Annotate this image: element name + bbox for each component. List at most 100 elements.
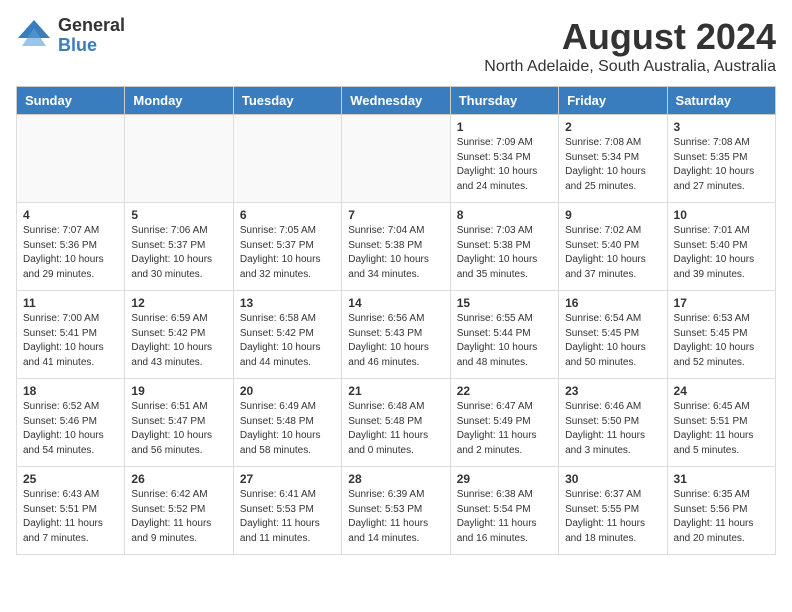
day-number: 28 <box>348 472 443 486</box>
logo-general-text: General <box>58 16 125 36</box>
calendar-cell <box>342 115 450 203</box>
month-title: August 2024 <box>484 16 776 58</box>
calendar-week-5: 25 Sunrise: 6:43 AM Sunset: 5:51 PM Dayli… <box>17 467 776 555</box>
calendar-cell: 25 Sunrise: 6:43 AM Sunset: 5:51 PM Dayli… <box>17 467 125 555</box>
calendar-cell: 14 Sunrise: 6:56 AM Sunset: 5:43 PM Dayli… <box>342 291 450 379</box>
day-info: Sunrise: 6:43 AM Sunset: 5:51 PM Dayligh… <box>23 488 118 546</box>
weekday-header-saturday: Saturday <box>667 87 775 115</box>
day-info: Sunrise: 7:08 AM Sunset: 5:34 PM Dayligh… <box>565 136 660 194</box>
day-info: Sunrise: 6:41 AM Sunset: 5:53 PM Dayligh… <box>240 488 335 546</box>
day-info: Sunrise: 6:51 AM Sunset: 5:47 PM Dayligh… <box>131 400 226 458</box>
day-info: Sunrise: 7:06 AM Sunset: 5:37 PM Dayligh… <box>131 224 226 282</box>
day-info: Sunrise: 6:38 AM Sunset: 5:54 PM Dayligh… <box>457 488 552 546</box>
day-number: 19 <box>131 384 226 398</box>
day-number: 10 <box>674 208 769 222</box>
weekday-header-friday: Friday <box>559 87 667 115</box>
day-info: Sunrise: 6:52 AM Sunset: 5:46 PM Dayligh… <box>23 400 118 458</box>
calendar-week-1: 1Sunrise: 7:09 AM Sunset: 5:34 PM Daylig… <box>17 115 776 203</box>
day-info: Sunrise: 6:58 AM Sunset: 5:42 PM Dayligh… <box>240 312 335 370</box>
day-number: 29 <box>457 472 552 486</box>
day-info: Sunrise: 6:54 AM Sunset: 5:45 PM Dayligh… <box>565 312 660 370</box>
day-info: Sunrise: 7:05 AM Sunset: 5:37 PM Dayligh… <box>240 224 335 282</box>
calendar-cell: 3Sunrise: 7:08 AM Sunset: 5:35 PM Daylig… <box>667 115 775 203</box>
day-number: 15 <box>457 296 552 310</box>
day-number: 27 <box>240 472 335 486</box>
day-number: 26 <box>131 472 226 486</box>
calendar-cell: 13 Sunrise: 6:58 AM Sunset: 5:42 PM Dayli… <box>233 291 341 379</box>
calendar-cell: 29 Sunrise: 6:38 AM Sunset: 5:54 PM Dayli… <box>450 467 558 555</box>
day-number: 23 <box>565 384 660 398</box>
day-info: Sunrise: 6:56 AM Sunset: 5:43 PM Dayligh… <box>348 312 443 370</box>
logo-text: General Blue <box>58 16 125 56</box>
calendar-cell: 9Sunrise: 7:02 AM Sunset: 5:40 PM Daylig… <box>559 203 667 291</box>
calendar-cell: 1Sunrise: 7:09 AM Sunset: 5:34 PM Daylig… <box>450 115 558 203</box>
calendar-cell <box>125 115 233 203</box>
day-number: 13 <box>240 296 335 310</box>
calendar-cell: 5Sunrise: 7:06 AM Sunset: 5:37 PM Daylig… <box>125 203 233 291</box>
day-number: 22 <box>457 384 552 398</box>
calendar-cell: 16 Sunrise: 6:54 AM Sunset: 5:45 PM Dayli… <box>559 291 667 379</box>
weekday-header-wednesday: Wednesday <box>342 87 450 115</box>
calendar-cell: 22 Sunrise: 6:47 AM Sunset: 5:49 PM Dayli… <box>450 379 558 467</box>
calendar-cell: 19 Sunrise: 6:51 AM Sunset: 5:47 PM Dayli… <box>125 379 233 467</box>
day-info: Sunrise: 6:35 AM Sunset: 5:56 PM Dayligh… <box>674 488 769 546</box>
day-info: Sunrise: 7:07 AM Sunset: 5:36 PM Dayligh… <box>23 224 118 282</box>
day-info: Sunrise: 6:47 AM Sunset: 5:49 PM Dayligh… <box>457 400 552 458</box>
day-number: 24 <box>674 384 769 398</box>
day-number: 3 <box>674 120 769 134</box>
calendar-cell: 21Sunrise: 6:48 AM Sunset: 5:48 PM Dayli… <box>342 379 450 467</box>
day-number: 16 <box>565 296 660 310</box>
weekday-header-monday: Monday <box>125 87 233 115</box>
day-info: Sunrise: 6:55 AM Sunset: 5:44 PM Dayligh… <box>457 312 552 370</box>
calendar-week-4: 18 Sunrise: 6:52 AM Sunset: 5:46 PM Dayli… <box>17 379 776 467</box>
day-number: 14 <box>348 296 443 310</box>
day-info: Sunrise: 6:46 AM Sunset: 5:50 PM Dayligh… <box>565 400 660 458</box>
day-number: 2 <box>565 120 660 134</box>
day-number: 20 <box>240 384 335 398</box>
calendar-cell: 28Sunrise: 6:39 AM Sunset: 5:53 PM Dayli… <box>342 467 450 555</box>
day-info: Sunrise: 6:37 AM Sunset: 5:55 PM Dayligh… <box>565 488 660 546</box>
day-number: 8 <box>457 208 552 222</box>
logo: General Blue <box>16 16 125 56</box>
weekday-header-thursday: Thursday <box>450 87 558 115</box>
logo-blue-text: Blue <box>58 36 125 56</box>
page-header: General Blue August 2024 North Adelaide,… <box>16 16 776 76</box>
calendar-cell: 15 Sunrise: 6:55 AM Sunset: 5:44 PM Dayli… <box>450 291 558 379</box>
calendar-cell: 18 Sunrise: 6:52 AM Sunset: 5:46 PM Dayli… <box>17 379 125 467</box>
calendar-cell: 24 Sunrise: 6:45 AM Sunset: 5:51 PM Dayli… <box>667 379 775 467</box>
day-number: 7 <box>348 208 443 222</box>
calendar-cell: 20 Sunrise: 6:49 AM Sunset: 5:48 PM Dayli… <box>233 379 341 467</box>
day-info: Sunrise: 6:45 AM Sunset: 5:51 PM Dayligh… <box>674 400 769 458</box>
day-info: Sunrise: 7:03 AM Sunset: 5:38 PM Dayligh… <box>457 224 552 282</box>
calendar-table: SundayMondayTuesdayWednesdayThursdayFrid… <box>16 86 776 555</box>
calendar-week-3: 11 Sunrise: 7:00 AM Sunset: 5:41 PM Dayli… <box>17 291 776 379</box>
day-info: Sunrise: 7:00 AM Sunset: 5:41 PM Dayligh… <box>23 312 118 370</box>
day-number: 30 <box>565 472 660 486</box>
calendar-cell <box>17 115 125 203</box>
day-number: 12 <box>131 296 226 310</box>
day-number: 17 <box>674 296 769 310</box>
day-number: 11 <box>23 296 118 310</box>
day-number: 31 <box>674 472 769 486</box>
day-number: 21 <box>348 384 443 398</box>
calendar-cell: 8 Sunrise: 7:03 AM Sunset: 5:38 PM Daylig… <box>450 203 558 291</box>
day-number: 18 <box>23 384 118 398</box>
logo-icon <box>16 18 52 54</box>
calendar-cell: 23 Sunrise: 6:46 AM Sunset: 5:50 PM Dayli… <box>559 379 667 467</box>
weekday-header-row: SundayMondayTuesdayWednesdayThursdayFrid… <box>17 87 776 115</box>
calendar-cell: 11 Sunrise: 7:00 AM Sunset: 5:41 PM Dayli… <box>17 291 125 379</box>
calendar-cell <box>233 115 341 203</box>
calendar-week-2: 4Sunrise: 7:07 AM Sunset: 5:36 PM Daylig… <box>17 203 776 291</box>
day-number: 6 <box>240 208 335 222</box>
day-number: 9 <box>565 208 660 222</box>
day-info: Sunrise: 6:53 AM Sunset: 5:45 PM Dayligh… <box>674 312 769 370</box>
day-number: 1 <box>457 120 552 134</box>
day-info: Sunrise: 7:04 AM Sunset: 5:38 PM Dayligh… <box>348 224 443 282</box>
day-number: 25 <box>23 472 118 486</box>
weekday-header-sunday: Sunday <box>17 87 125 115</box>
day-info: Sunrise: 6:49 AM Sunset: 5:48 PM Dayligh… <box>240 400 335 458</box>
day-info: Sunrise: 6:42 AM Sunset: 5:52 PM Dayligh… <box>131 488 226 546</box>
calendar-cell: 6 Sunrise: 7:05 AM Sunset: 5:37 PM Daylig… <box>233 203 341 291</box>
calendar-cell: 10Sunrise: 7:01 AM Sunset: 5:40 PM Dayli… <box>667 203 775 291</box>
title-block: August 2024 North Adelaide, South Austra… <box>484 16 776 76</box>
